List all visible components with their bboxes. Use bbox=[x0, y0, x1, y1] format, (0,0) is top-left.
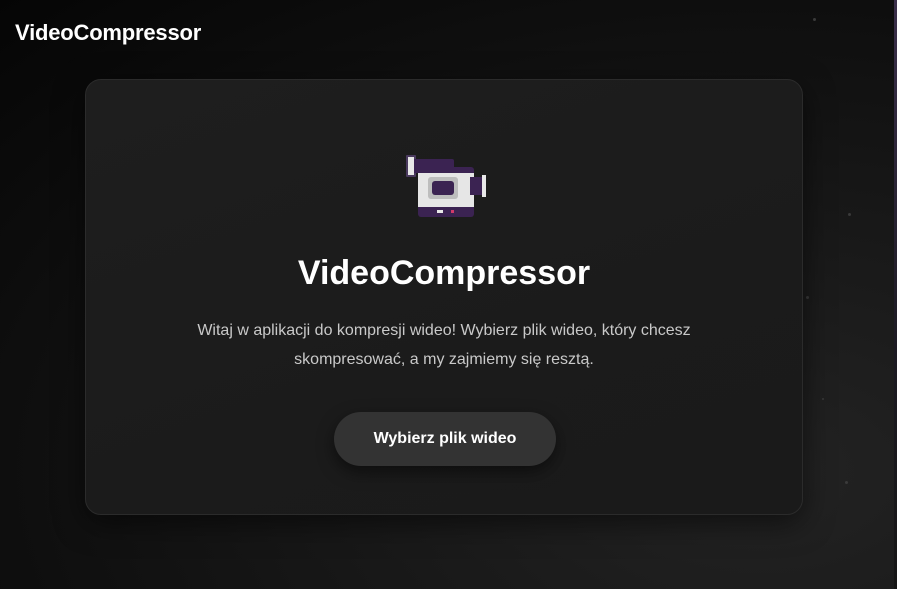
description-line: skompresować, a my zajmiemy się resztą. bbox=[294, 351, 594, 368]
video-camera-icon bbox=[406, 155, 486, 217]
card-title: VideoCompressor bbox=[297, 254, 591, 292]
app-title: VideoCompressor bbox=[15, 20, 202, 45]
background-dot bbox=[822, 398, 824, 400]
background-dot bbox=[813, 18, 816, 21]
select-video-file-button[interactable]: Wybierz plik wideo bbox=[334, 412, 556, 466]
background-dot bbox=[848, 213, 851, 216]
welcome-description: Witaj w aplikacji do kompresji wideo! Wy… bbox=[146, 316, 742, 374]
background-dot bbox=[806, 296, 809, 299]
description-line: Witaj w aplikacji do kompresji wideo! Wy… bbox=[197, 322, 691, 339]
background-dot bbox=[845, 481, 848, 484]
welcome-card: VideoCompressor Witaj w aplikacji do kom… bbox=[85, 79, 803, 515]
